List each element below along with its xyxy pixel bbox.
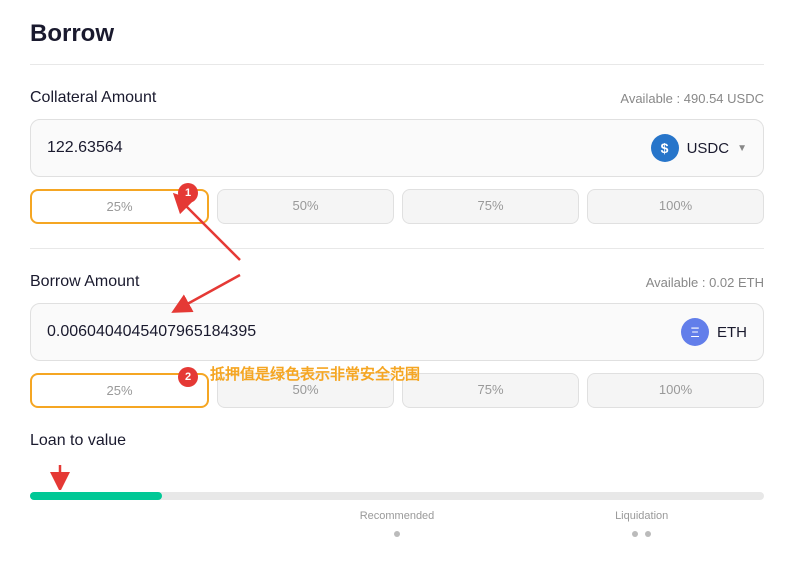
ltv-bar-container <box>30 492 764 500</box>
borrow-section: Borrow Amount Available : 0.02 ETH Ξ ETH… <box>30 273 764 408</box>
collateral-available: Available : 490.54 USDC <box>620 91 764 106</box>
ltv-liquidation-label: Liquidation <box>615 510 668 522</box>
ltv-liquidation-dot1 <box>632 531 638 537</box>
borrow-input[interactable] <box>47 323 681 341</box>
collateral-pct-row: 25% 50% 75% 100% <box>30 189 764 224</box>
borrow-pct-row: 25% 50% 75% 100% <box>30 373 764 408</box>
ltv-bar-background <box>30 492 764 500</box>
ltv-arrow <box>30 460 130 490</box>
collateral-token-label: USDC <box>687 140 730 157</box>
ltv-markers: Recommended Liquidation <box>30 506 764 542</box>
section-divider <box>30 248 764 249</box>
borrow-available: Available : 0.02 ETH <box>646 275 764 290</box>
borrow-pct-100[interactable]: 100% <box>587 373 764 408</box>
collateral-pct-100[interactable]: 100% <box>587 189 764 224</box>
eth-icon: Ξ <box>681 318 709 346</box>
badge-2: 2 <box>178 367 198 387</box>
ltv-recommended-dot <box>394 531 400 537</box>
borrow-token-label: ETH <box>717 324 747 341</box>
collateral-input[interactable] <box>47 139 651 157</box>
collateral-label: Collateral Amount <box>30 89 156 107</box>
ltv-recommended-label: Recommended <box>360 510 435 522</box>
collateral-section: Collateral Amount Available : 490.54 USD… <box>30 89 764 224</box>
collateral-pct-75[interactable]: 75% <box>402 189 579 224</box>
ltv-bar-fill <box>30 492 162 500</box>
ltv-section: Loan to value Recommended Liquid <box>30 432 764 542</box>
borrow-label: Borrow Amount <box>30 273 139 291</box>
ltv-liquidation-dot2 <box>645 531 651 537</box>
borrow-pct-75[interactable]: 75% <box>402 373 579 408</box>
borrow-token-selector[interactable]: Ξ ETH <box>681 318 747 346</box>
collateral-pct-50[interactable]: 50% <box>217 189 394 224</box>
page-title: Borrow <box>30 20 764 48</box>
collateral-input-container: $ USDC ▼ <box>30 119 764 177</box>
collateral-token-selector[interactable]: $ USDC ▼ <box>651 134 747 162</box>
usdc-icon: $ <box>651 134 679 162</box>
badge-1: 1 <box>178 183 198 203</box>
borrow-pct-50[interactable]: 50% <box>217 373 394 408</box>
collateral-chevron-icon: ▼ <box>737 143 747 154</box>
ltv-label: Loan to value <box>30 432 764 450</box>
borrow-input-container: Ξ ETH <box>30 303 764 361</box>
title-divider <box>30 64 764 65</box>
